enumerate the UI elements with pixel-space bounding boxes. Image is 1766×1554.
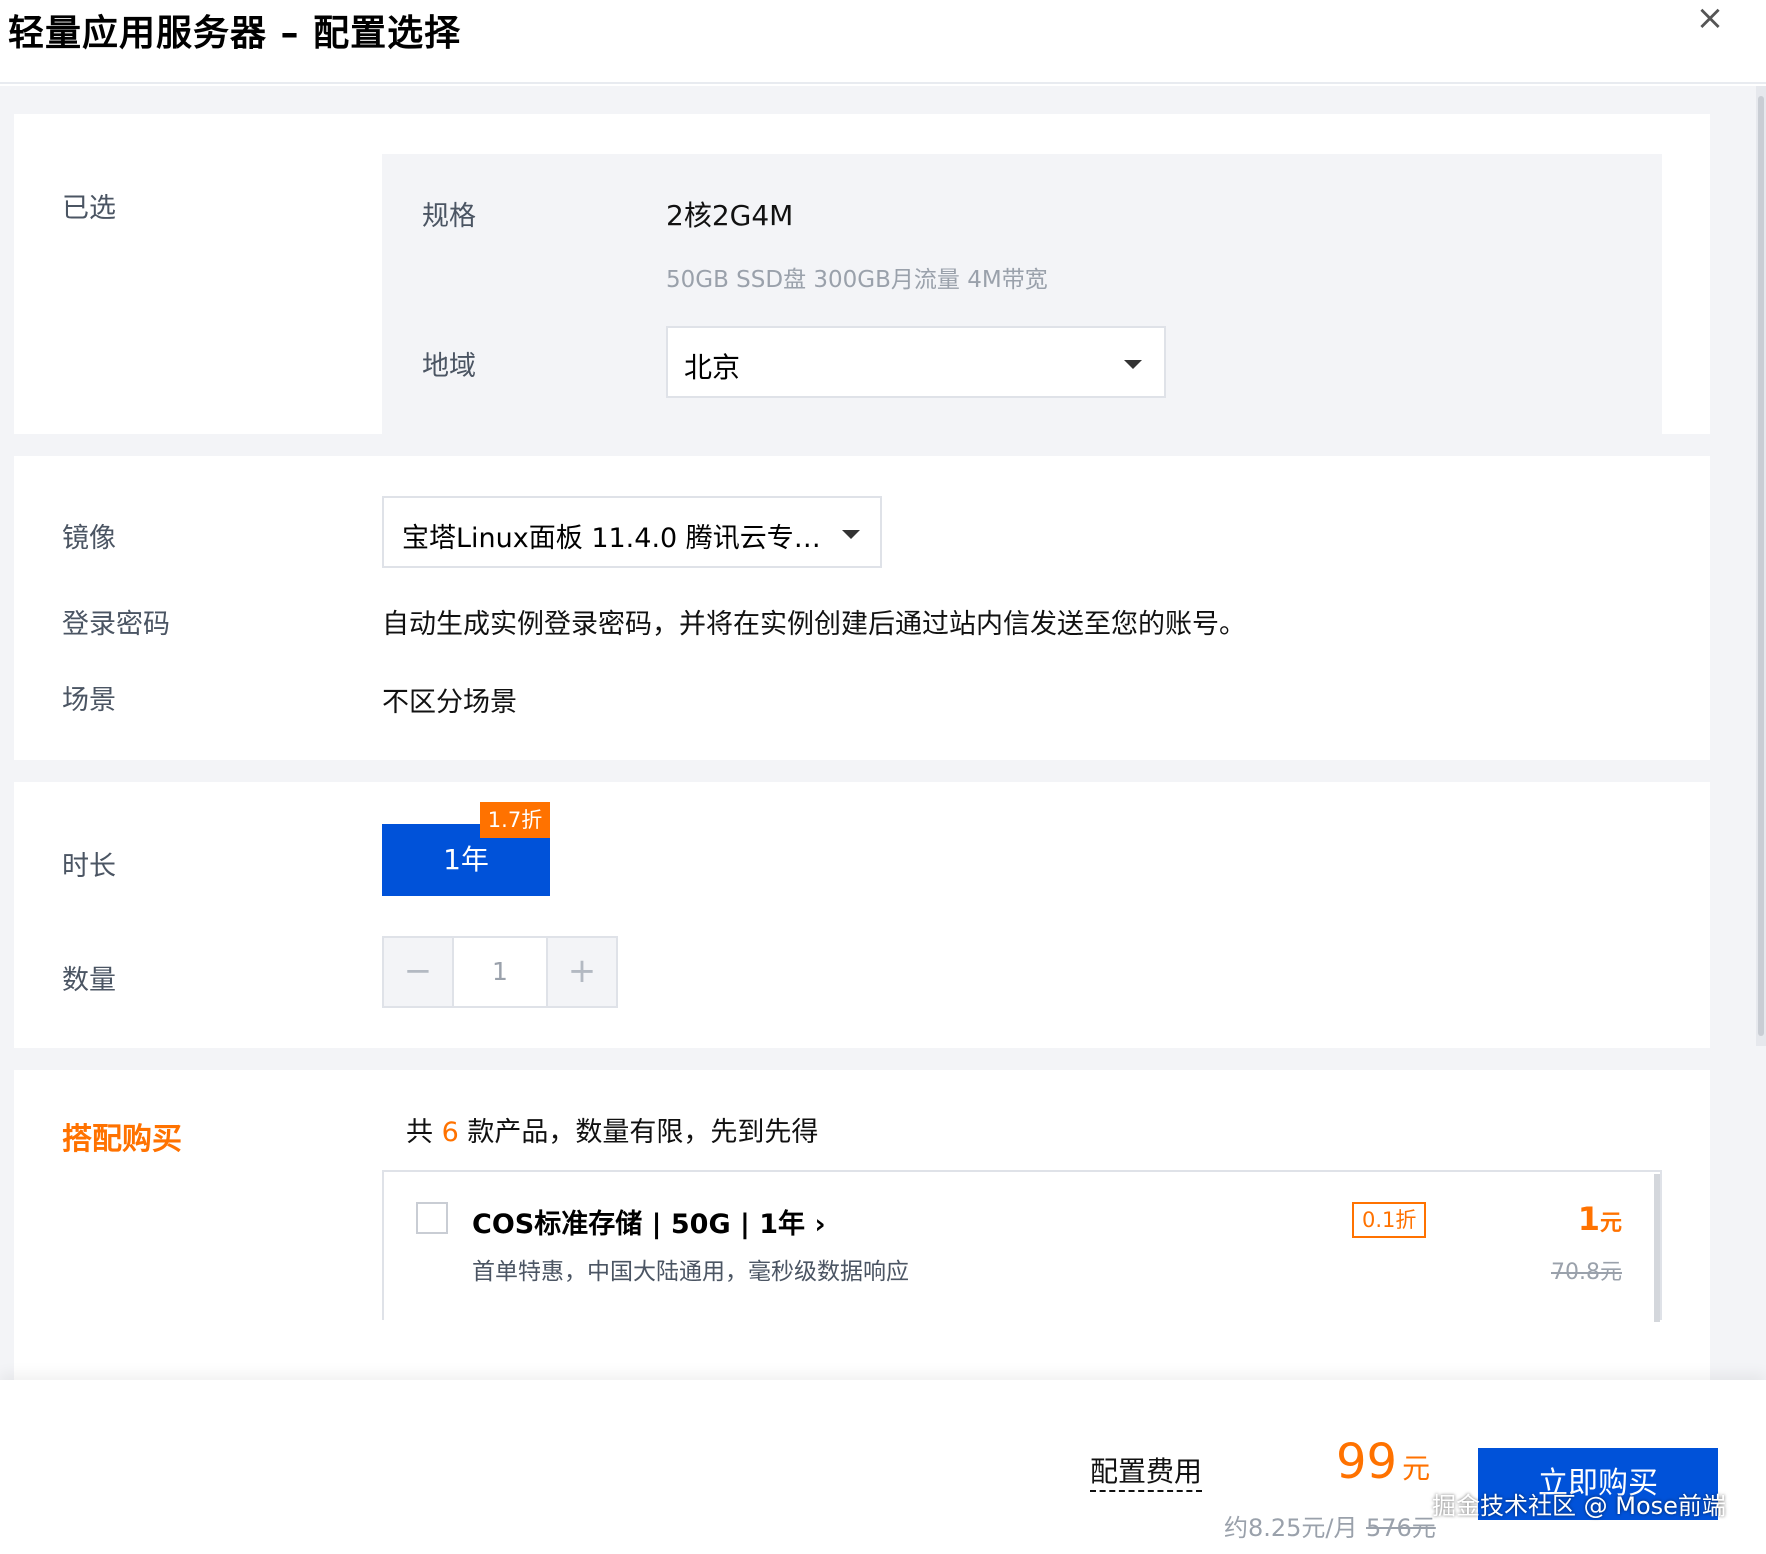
product-checkbox[interactable] [416,1202,448,1234]
fee-label[interactable]: 配置费用 [1090,1450,1203,1492]
watermark: 掘金技术社区 @ Mose前端 [1432,1492,1726,1520]
purchase-panel: 时长 1年 1.7折 数量 − 1 + [14,782,1710,1048]
product-price-unit: 元 [1599,1211,1622,1236]
product-name-link[interactable]: COS标准存储 | 50G | 1年 › [472,1202,826,1241]
image-value: 宝塔Linux面板 11.4.0 腾讯云专… [402,523,821,554]
config-dialog: 轻量应用服务器 – 配置选择 × 已选 规格 2核2G4M 50GB SSD盘 … [0,0,1766,1554]
original-total-price: 576元 [1366,1514,1436,1542]
dialog-title: 轻量应用服务器 – 配置选择 [8,13,462,54]
password-label: 登录密码 [62,609,170,640]
spec-value: 2核2G4M [666,199,794,232]
bundle-title: 搭配购买 [62,1122,182,1157]
checkout-footer: 配置费用 99 元 约8.25元/月 576元 立即购买 掘金技术社区 @ Mo… [0,1380,1766,1554]
duration-label: 时长 [62,851,116,882]
increment-button[interactable]: + [546,938,616,1006]
bundle-panel: 搭配购买 共 6 款产品，数量有限，先到先得 COS标准存储 | 50G | 1… [14,1070,1710,1380]
decrement-button[interactable]: − [384,938,454,1006]
product-description: 首单特惠，中国大陆通用，毫秒级数据响应 [472,1259,909,1285]
chevron-down-icon [842,530,860,539]
card-scrollbar[interactable] [1654,1174,1660,1322]
product-original-price: 70.8元 [1551,1260,1622,1285]
product-price: 1元 [1578,1200,1622,1238]
image-label: 镜像 [62,523,116,554]
scene-value: 不区分场景 [382,687,517,718]
total-price-value: 99 [1336,1434,1398,1490]
spec-description: 50GB SSD盘 300GB月流量 4M带宽 [666,267,1048,293]
bundle-count-number: 6 [441,1117,459,1148]
image-select[interactable]: 宝塔Linux面板 11.4.0 腾讯云专… [382,496,882,568]
selected-panel: 已选 规格 2核2G4M 50GB SSD盘 300GB月流量 4M带宽 地域 … [14,114,1710,438]
chevron-down-icon [1124,360,1142,369]
total-price: 99 元 [1336,1434,1430,1490]
region-select[interactable]: 北京 [666,326,1166,398]
bundle-product-card: COS标准存储 | 50G | 1年 › 首单特惠，中国大陆通用，毫秒级数据响应… [382,1170,1662,1322]
discount-badge: 1.7折 [480,802,550,838]
selected-label: 已选 [62,193,116,224]
product-discount-badge: 0.1折 [1352,1202,1427,1238]
selected-summary: 规格 2核2G4M 50GB SSD盘 300GB月流量 4M带宽 地域 北京 [382,154,1662,438]
region-value: 北京 [684,351,741,384]
total-price-unit: 元 [1402,1452,1431,1485]
product-price-value: 1 [1577,1200,1600,1238]
quantity-label: 数量 [62,965,116,996]
dialog-header: 轻量应用服务器 – 配置选择 × [0,0,1766,84]
body-scrollbar-thumb[interactable] [1758,96,1764,1036]
spec-label: 规格 [422,201,476,232]
monthly-price: 约8.25元/月 [1224,1514,1358,1542]
password-description: 自动生成实例登录密码，并将在实例创建后通过站内信发送至您的账号。 [382,609,1246,640]
bundle-count-suffix: 款产品，数量有限，先到先得 [467,1117,819,1148]
scene-label: 场景 [62,685,116,716]
bundle-count-prefix: 共 [406,1117,433,1148]
config-body: 已选 规格 2核2G4M 50GB SSD盘 300GB月流量 4M带宽 地域 … [0,86,1766,1380]
bundle-count: 共 6 款产品，数量有限，先到先得 [406,1110,818,1149]
close-icon[interactable]: × [1692,0,1728,36]
image-panel: 镜像 宝塔Linux面板 11.4.0 腾讯云专… 登录密码 自动生成实例登录密… [14,456,1710,760]
quantity-input[interactable]: 1 [456,938,544,1006]
quantity-stepper: − 1 + [382,936,618,1008]
region-label: 地域 [422,351,476,382]
